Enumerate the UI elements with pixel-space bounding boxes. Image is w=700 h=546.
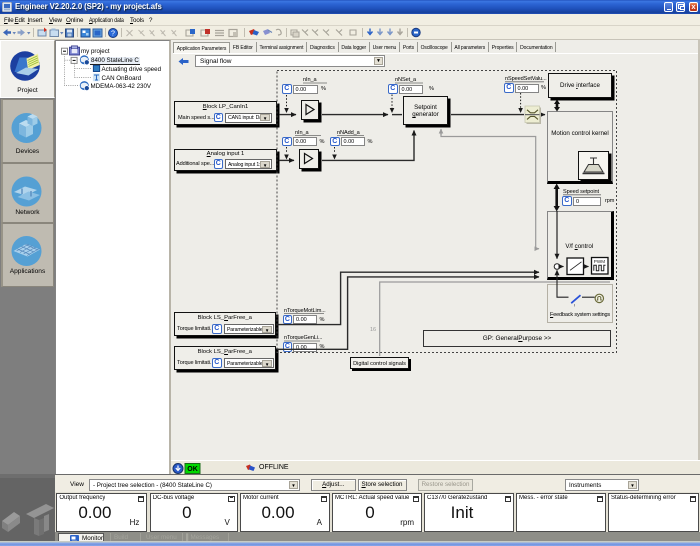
- svg-text:OK: OK: [187, 466, 198, 473]
- svg-text:PWM: PWM: [594, 259, 605, 264]
- svg-text:16: 16: [370, 327, 376, 333]
